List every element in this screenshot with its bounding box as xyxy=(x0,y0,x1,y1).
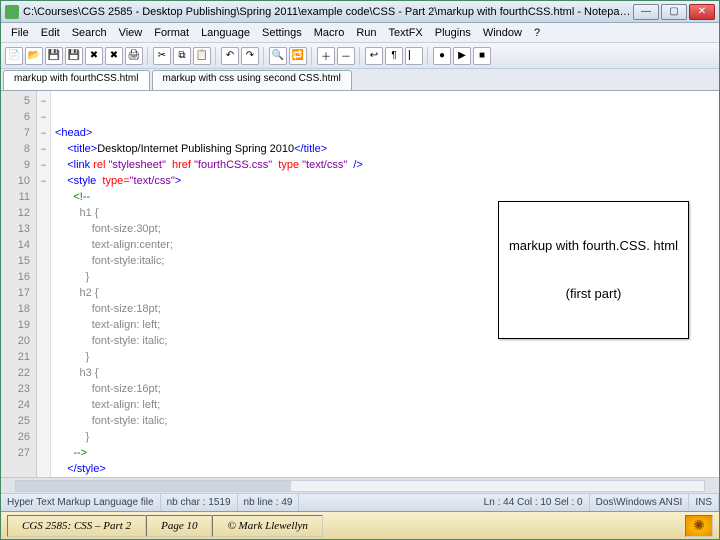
status-position: Ln : 44 Col : 10 Sel : 0 xyxy=(478,494,590,511)
footer-course: CGS 2585: CSS – Part 2 xyxy=(7,515,146,537)
toolbar-separator xyxy=(427,47,429,65)
copy-icon[interactable]: ⧉ xyxy=(173,47,191,65)
macro-play-icon[interactable]: ▶ xyxy=(453,47,471,65)
menu-bar: File Edit Search View Format Language Se… xyxy=(1,23,719,43)
cut-icon[interactable]: ✂ xyxy=(153,47,171,65)
toolbar-separator xyxy=(147,47,149,65)
menu-view[interactable]: View xyxy=(113,25,149,41)
slide-footer: CGS 2585: CSS – Part 2 Page 10 © Mark Ll… xyxy=(1,511,719,539)
scrollbar-thumb[interactable] xyxy=(16,481,291,491)
footer-author: © Mark Llewellyn xyxy=(212,515,322,537)
status-chars: nb char : 1519 xyxy=(161,494,238,511)
toolbar: 📄 📂 💾 💾 ✖ ✖ 🖨 ✂ ⧉ 📋 ↶ ↷ 🔍 🔁 ＋ － ↩ ¶ ⎸ ● … xyxy=(1,43,719,69)
menu-file[interactable]: File xyxy=(5,25,35,41)
toolbar-separator xyxy=(263,47,265,65)
redo-icon[interactable]: ↷ xyxy=(241,47,259,65)
new-icon[interactable]: 📄 xyxy=(5,47,23,65)
toolbar-separator xyxy=(359,47,361,65)
menu-search[interactable]: Search xyxy=(66,25,113,41)
macro-stop-icon[interactable]: ■ xyxy=(473,47,491,65)
save-icon[interactable]: 💾 xyxy=(45,47,63,65)
find-icon[interactable]: 🔍 xyxy=(269,47,287,65)
menu-format[interactable]: Format xyxy=(148,25,195,41)
status-insert: INS xyxy=(689,494,719,511)
menu-help[interactable]: ? xyxy=(528,25,546,41)
tab-file-2[interactable]: markup with css using second CSS.html xyxy=(152,70,352,90)
toolbar-separator xyxy=(311,47,313,65)
zoom-in-icon[interactable]: ＋ xyxy=(317,47,335,65)
status-encoding: Dos\Windows ANSI xyxy=(590,494,690,511)
line-number-gutter: 5678910111213141516171819202122232425262… xyxy=(1,91,37,477)
status-lines: nb line : 49 xyxy=(238,494,300,511)
replace-icon[interactable]: 🔁 xyxy=(289,47,307,65)
menu-edit[interactable]: Edit xyxy=(35,25,66,41)
maximize-button[interactable]: ▢ xyxy=(661,4,687,20)
callout-line-2: (first part) xyxy=(509,286,678,302)
menu-macro[interactable]: Macro xyxy=(308,25,351,41)
paste-icon[interactable]: 📋 xyxy=(193,47,211,65)
status-filetype: Hyper Text Markup Language file xyxy=(1,494,161,511)
zoom-out-icon[interactable]: － xyxy=(337,47,355,65)
menu-window[interactable]: Window xyxy=(477,25,528,41)
title-bar: C:\Courses\CGS 2585 - Desktop Publishing… xyxy=(1,1,719,23)
indent-guide-icon[interactable]: ⎸ xyxy=(405,47,423,65)
callout-line-1: markup with fourth.CSS. html xyxy=(509,238,678,254)
ucf-logo-icon: ✺ xyxy=(685,515,713,537)
print-icon[interactable]: 🖨 xyxy=(125,47,143,65)
app-icon xyxy=(5,5,19,19)
menu-run[interactable]: Run xyxy=(350,25,382,41)
show-all-icon[interactable]: ¶ xyxy=(385,47,403,65)
macro-rec-icon[interactable]: ● xyxy=(433,47,451,65)
save-all-icon[interactable]: 💾 xyxy=(65,47,83,65)
editor-area[interactable]: 5678910111213141516171819202122232425262… xyxy=(1,91,719,477)
menu-settings[interactable]: Settings xyxy=(256,25,308,41)
wrap-icon[interactable]: ↩ xyxy=(365,47,383,65)
undo-icon[interactable]: ↶ xyxy=(221,47,239,65)
open-icon[interactable]: 📂 xyxy=(25,47,43,65)
menu-textfx[interactable]: TextFX xyxy=(383,25,429,41)
annotation-callout: markup with fourth.CSS. html (first part… xyxy=(498,201,689,339)
minimize-button[interactable]: — xyxy=(633,4,659,20)
menu-plugins[interactable]: Plugins xyxy=(429,25,477,41)
code-content[interactable]: <head> <title>Desktop/Internet Publishin… xyxy=(51,91,719,477)
horizontal-scrollbar[interactable] xyxy=(1,477,719,493)
close-all-icon[interactable]: ✖ xyxy=(105,47,123,65)
tab-bar: markup with fourthCSS.html markup with c… xyxy=(1,69,719,91)
close-file-icon[interactable]: ✖ xyxy=(85,47,103,65)
window-title: C:\Courses\CGS 2585 - Desktop Publishing… xyxy=(23,6,633,18)
toolbar-separator xyxy=(215,47,217,65)
status-bar: Hyper Text Markup Language file nb char … xyxy=(1,493,719,511)
fold-margin[interactable]: −−−−−− xyxy=(37,91,51,477)
menu-language[interactable]: Language xyxy=(195,25,256,41)
close-button[interactable]: ✕ xyxy=(689,4,715,20)
tab-file-1[interactable]: markup with fourthCSS.html xyxy=(3,70,150,90)
footer-page: Page 10 xyxy=(146,515,212,537)
